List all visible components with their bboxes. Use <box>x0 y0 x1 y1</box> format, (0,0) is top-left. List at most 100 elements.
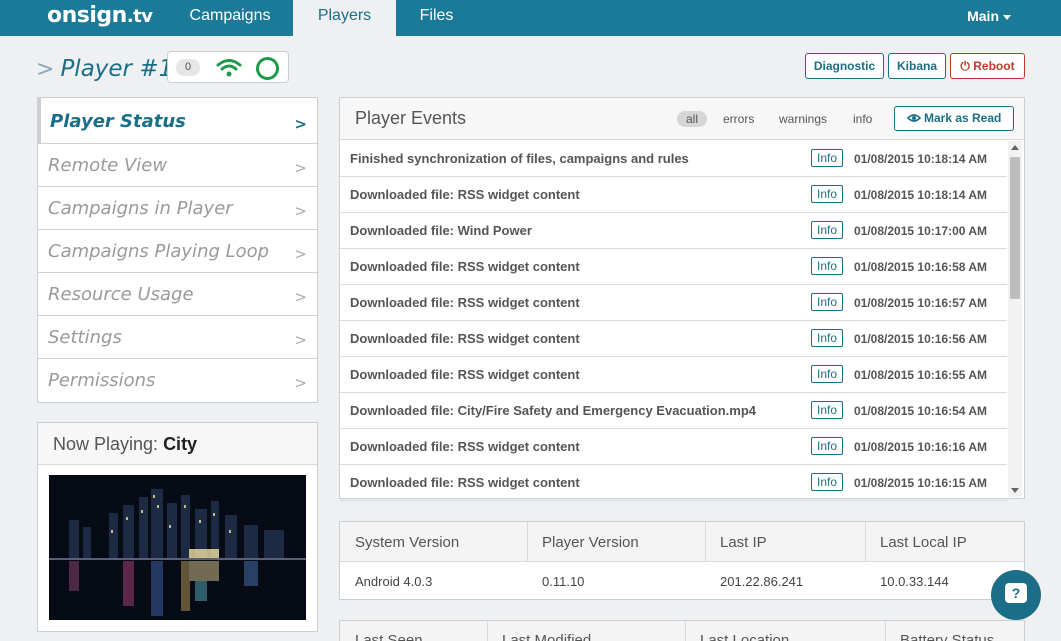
sidebar-item-label: Settings <box>48 327 122 348</box>
player-events-title: Player Events <box>355 108 467 128</box>
main-menu-label: Main <box>967 8 999 24</box>
event-text: Finished synchronization of files, campa… <box>350 151 689 166</box>
event-level-badge: Info <box>811 437 844 455</box>
sidebar-item-label: Remote View <box>48 155 168 176</box>
mark-as-read-label: Mark as Read <box>923 111 1002 125</box>
player-events-header: Player Events all errors warnings info M… <box>340 98 1024 140</box>
column-divider <box>487 621 488 641</box>
chevron-right-icon: > <box>294 245 307 263</box>
list-item: Downloaded file: City/Fire Safety and Em… <box>340 393 1007 429</box>
player-version-value: 0.11.10 <box>542 574 585 589</box>
list-item: Downloaded file: RSS widget content Info 0… <box>340 285 1007 321</box>
sidebar-item-label: Player Status <box>50 111 186 132</box>
top-navbar: onsign.tv Campaigns Players Files Main <box>0 0 1061 36</box>
event-text: Downloaded file: Wind Power <box>350 223 532 238</box>
event-text: Downloaded file: RSS widget content <box>350 331 580 346</box>
event-level-badge: Info <box>811 257 844 275</box>
event-level-badge: Info <box>811 293 844 311</box>
event-timestamp: 01/08/2015 10:18:14 AM <box>854 188 987 202</box>
sidebar-item-permissions[interactable]: Permissions > <box>38 359 317 402</box>
event-text: Downloaded file: RSS widget content <box>350 187 580 202</box>
power-icon: ⏻ <box>960 59 970 73</box>
sidebar-item-settings[interactable]: Settings > <box>38 316 317 359</box>
logo-tv-text: .tv <box>126 6 153 27</box>
scroll-down-arrow-icon[interactable] <box>1011 488 1019 493</box>
header-player-version: Player Version <box>542 534 639 551</box>
events-scrollbar[interactable] <box>1008 141 1022 497</box>
event-timestamp: 01/08/2015 10:16:57 AM <box>854 296 987 310</box>
header-battery-status: Battery Status <box>900 632 995 641</box>
list-item: Downloaded file: RSS widget content Info 0… <box>340 321 1007 357</box>
help-chat-button[interactable]: ? <box>991 570 1041 620</box>
sidebar-item-player-status[interactable]: Player Status > <box>38 98 317 144</box>
nav-tab-campaigns[interactable]: Campaigns <box>172 0 288 36</box>
filter-info[interactable]: info <box>853 112 872 126</box>
now-playing-value: City <box>163 434 198 454</box>
header-system-version: System Version <box>355 534 460 551</box>
list-item: Downloaded file: RSS widget content Info 0… <box>340 357 1007 393</box>
event-level-badge: Info <box>811 365 844 383</box>
player-sidebar-menu: Player Status > Remote View > Campaigns in… <box>37 97 318 403</box>
scroll-up-arrow-icon[interactable] <box>1011 145 1019 150</box>
now-playing-label: Now Playing: <box>53 434 164 454</box>
scrollbar-thumb[interactable] <box>1010 157 1020 299</box>
header-last-location: Last Location <box>700 632 790 641</box>
kibana-button[interactable]: Kibana <box>888 53 946 79</box>
event-text: Downloaded file: RSS widget content <box>350 295 580 310</box>
event-level-badge: Info <box>811 329 844 347</box>
online-status-icon <box>256 57 279 80</box>
list-item: Finished synchronization of files, campa… <box>340 141 1007 177</box>
filter-all[interactable]: all <box>677 111 708 127</box>
chevron-right-icon: > <box>294 159 307 177</box>
now-playing-thumbnail <box>49 475 306 620</box>
nav-tab-players[interactable]: Players <box>293 0 396 36</box>
column-divider <box>685 621 686 641</box>
event-timestamp: 01/08/2015 10:16:56 AM <box>854 332 987 346</box>
column-divider <box>885 621 886 641</box>
event-timestamp: 01/08/2015 10:16:58 AM <box>854 260 987 274</box>
event-timestamp: 01/08/2015 10:16:16 AM <box>854 440 987 454</box>
list-item: Downloaded file: RSS widget content Info 0… <box>340 429 1007 465</box>
player-status-indicators: 0 <box>167 51 289 83</box>
event-text: Downloaded file: RSS widget content <box>350 439 580 454</box>
status-info-table: Last Seen Last Modified Last Location Ba… <box>339 620 1025 641</box>
event-timestamp: 01/08/2015 10:17:00 AM <box>854 224 987 238</box>
events-list: Finished synchronization of files, campa… <box>340 141 1007 501</box>
last-ip-value: 201.22.86.241 <box>720 574 804 589</box>
event-timestamp: 01/08/2015 10:18:14 AM <box>854 152 987 166</box>
onsign-logo[interactable]: onsign.tv <box>47 3 153 28</box>
filter-errors[interactable]: errors <box>723 112 754 126</box>
event-text: Downloaded file: RSS widget content <box>350 367 580 382</box>
main-menu-dropdown[interactable]: Main <box>967 0 1011 36</box>
event-text: Downloaded file: RSS widget content <box>350 259 580 274</box>
chevron-right-icon: > <box>294 288 307 306</box>
player-events-panel: Player Events all errors warnings info M… <box>339 97 1025 501</box>
sidebar-item-campaigns-in-player[interactable]: Campaigns in Player > <box>38 187 317 230</box>
sidebar-item-campaigns-playing-loop[interactable]: Campaigns Playing Loop > <box>38 230 317 273</box>
filter-warnings[interactable]: warnings <box>779 112 827 126</box>
nav-tab-files[interactable]: Files <box>404 0 469 36</box>
chevron-right-icon: > <box>36 57 55 82</box>
sidebar-item-remote-view[interactable]: Remote View > <box>38 144 317 187</box>
notification-count-badge: 0 <box>176 59 200 76</box>
event-level-badge: Info <box>811 185 844 203</box>
sidebar-item-resource-usage[interactable]: Resource Usage > <box>38 273 317 316</box>
logo-main-text: onsign <box>47 3 127 28</box>
wifi-icon <box>216 59 242 77</box>
chevron-right-icon: > <box>294 331 307 349</box>
chevron-down-icon <box>1003 14 1011 20</box>
event-text: Downloaded file: City/Fire Safety and Em… <box>350 403 756 418</box>
sidebar-item-label: Resource Usage <box>48 284 194 305</box>
event-level-badge: Info <box>811 221 844 239</box>
chevron-right-icon: > <box>294 115 307 133</box>
sidebar-item-label: Campaigns in Player <box>48 198 233 219</box>
diagnostic-button[interactable]: Diagnostic <box>805 53 884 79</box>
system-info-table: System Version Player Version Last IP La… <box>339 521 1025 600</box>
column-divider <box>527 522 528 562</box>
mark-as-read-button[interactable]: Mark as Read <box>894 106 1014 131</box>
column-divider <box>705 522 706 562</box>
header-last-modified: Last Modified <box>502 632 592 641</box>
city-skyline-image <box>49 475 306 620</box>
reboot-button[interactable]: ⏻ Reboot <box>950 53 1025 79</box>
event-level-badge: Info <box>811 401 844 419</box>
